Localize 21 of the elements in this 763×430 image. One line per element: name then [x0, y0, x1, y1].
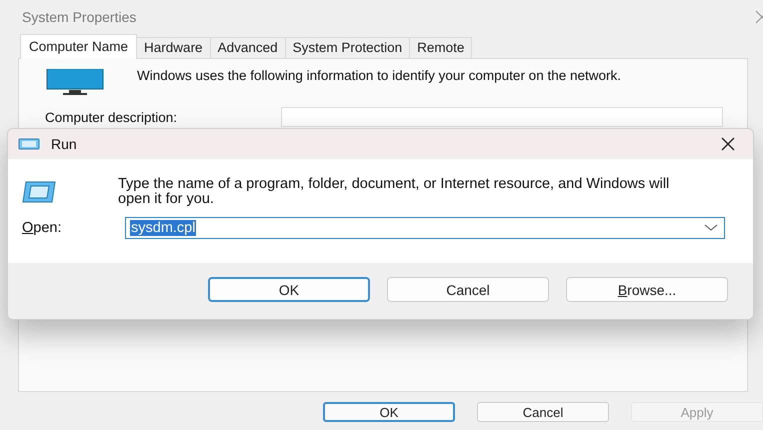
- field-label: Computer description:: [45, 110, 178, 124]
- run-icon: [18, 138, 40, 150]
- tab[interactable]: Computer Name: [20, 34, 138, 59]
- dialog-button[interactable]: Cancel: [387, 277, 549, 302]
- chevron-down-icon[interactable]: [704, 224, 718, 232]
- dialog-title: Run: [51, 136, 78, 152]
- close-icon[interactable]: [721, 137, 735, 151]
- window-title: System Properties: [22, 9, 136, 25]
- monitor-icon: [45, 69, 105, 97]
- input-field[interactable]: [281, 107, 723, 127]
- dialog-button[interactable]: OK: [208, 277, 370, 302]
- tab[interactable]: Remote: [409, 37, 472, 58]
- open-combo-box[interactable]: sysdm.cpl: [125, 217, 725, 239]
- intro-text: Windows uses the following information to identify your computer on the network.: [137, 69, 622, 82]
- tab[interactable]: System Protection: [284, 37, 410, 58]
- dialog-button[interactable]: OK: [323, 402, 455, 422]
- run-icon: [22, 181, 56, 203]
- message-text: Type the name of a program, folder, document, or Internet resource, and Windows will open it for you.: [118, 177, 670, 207]
- field-label: Open:: [22, 220, 63, 236]
- dialog-button[interactable]: Cancel: [477, 402, 609, 422]
- dialog-button[interactable]: Browse...: [566, 277, 728, 302]
